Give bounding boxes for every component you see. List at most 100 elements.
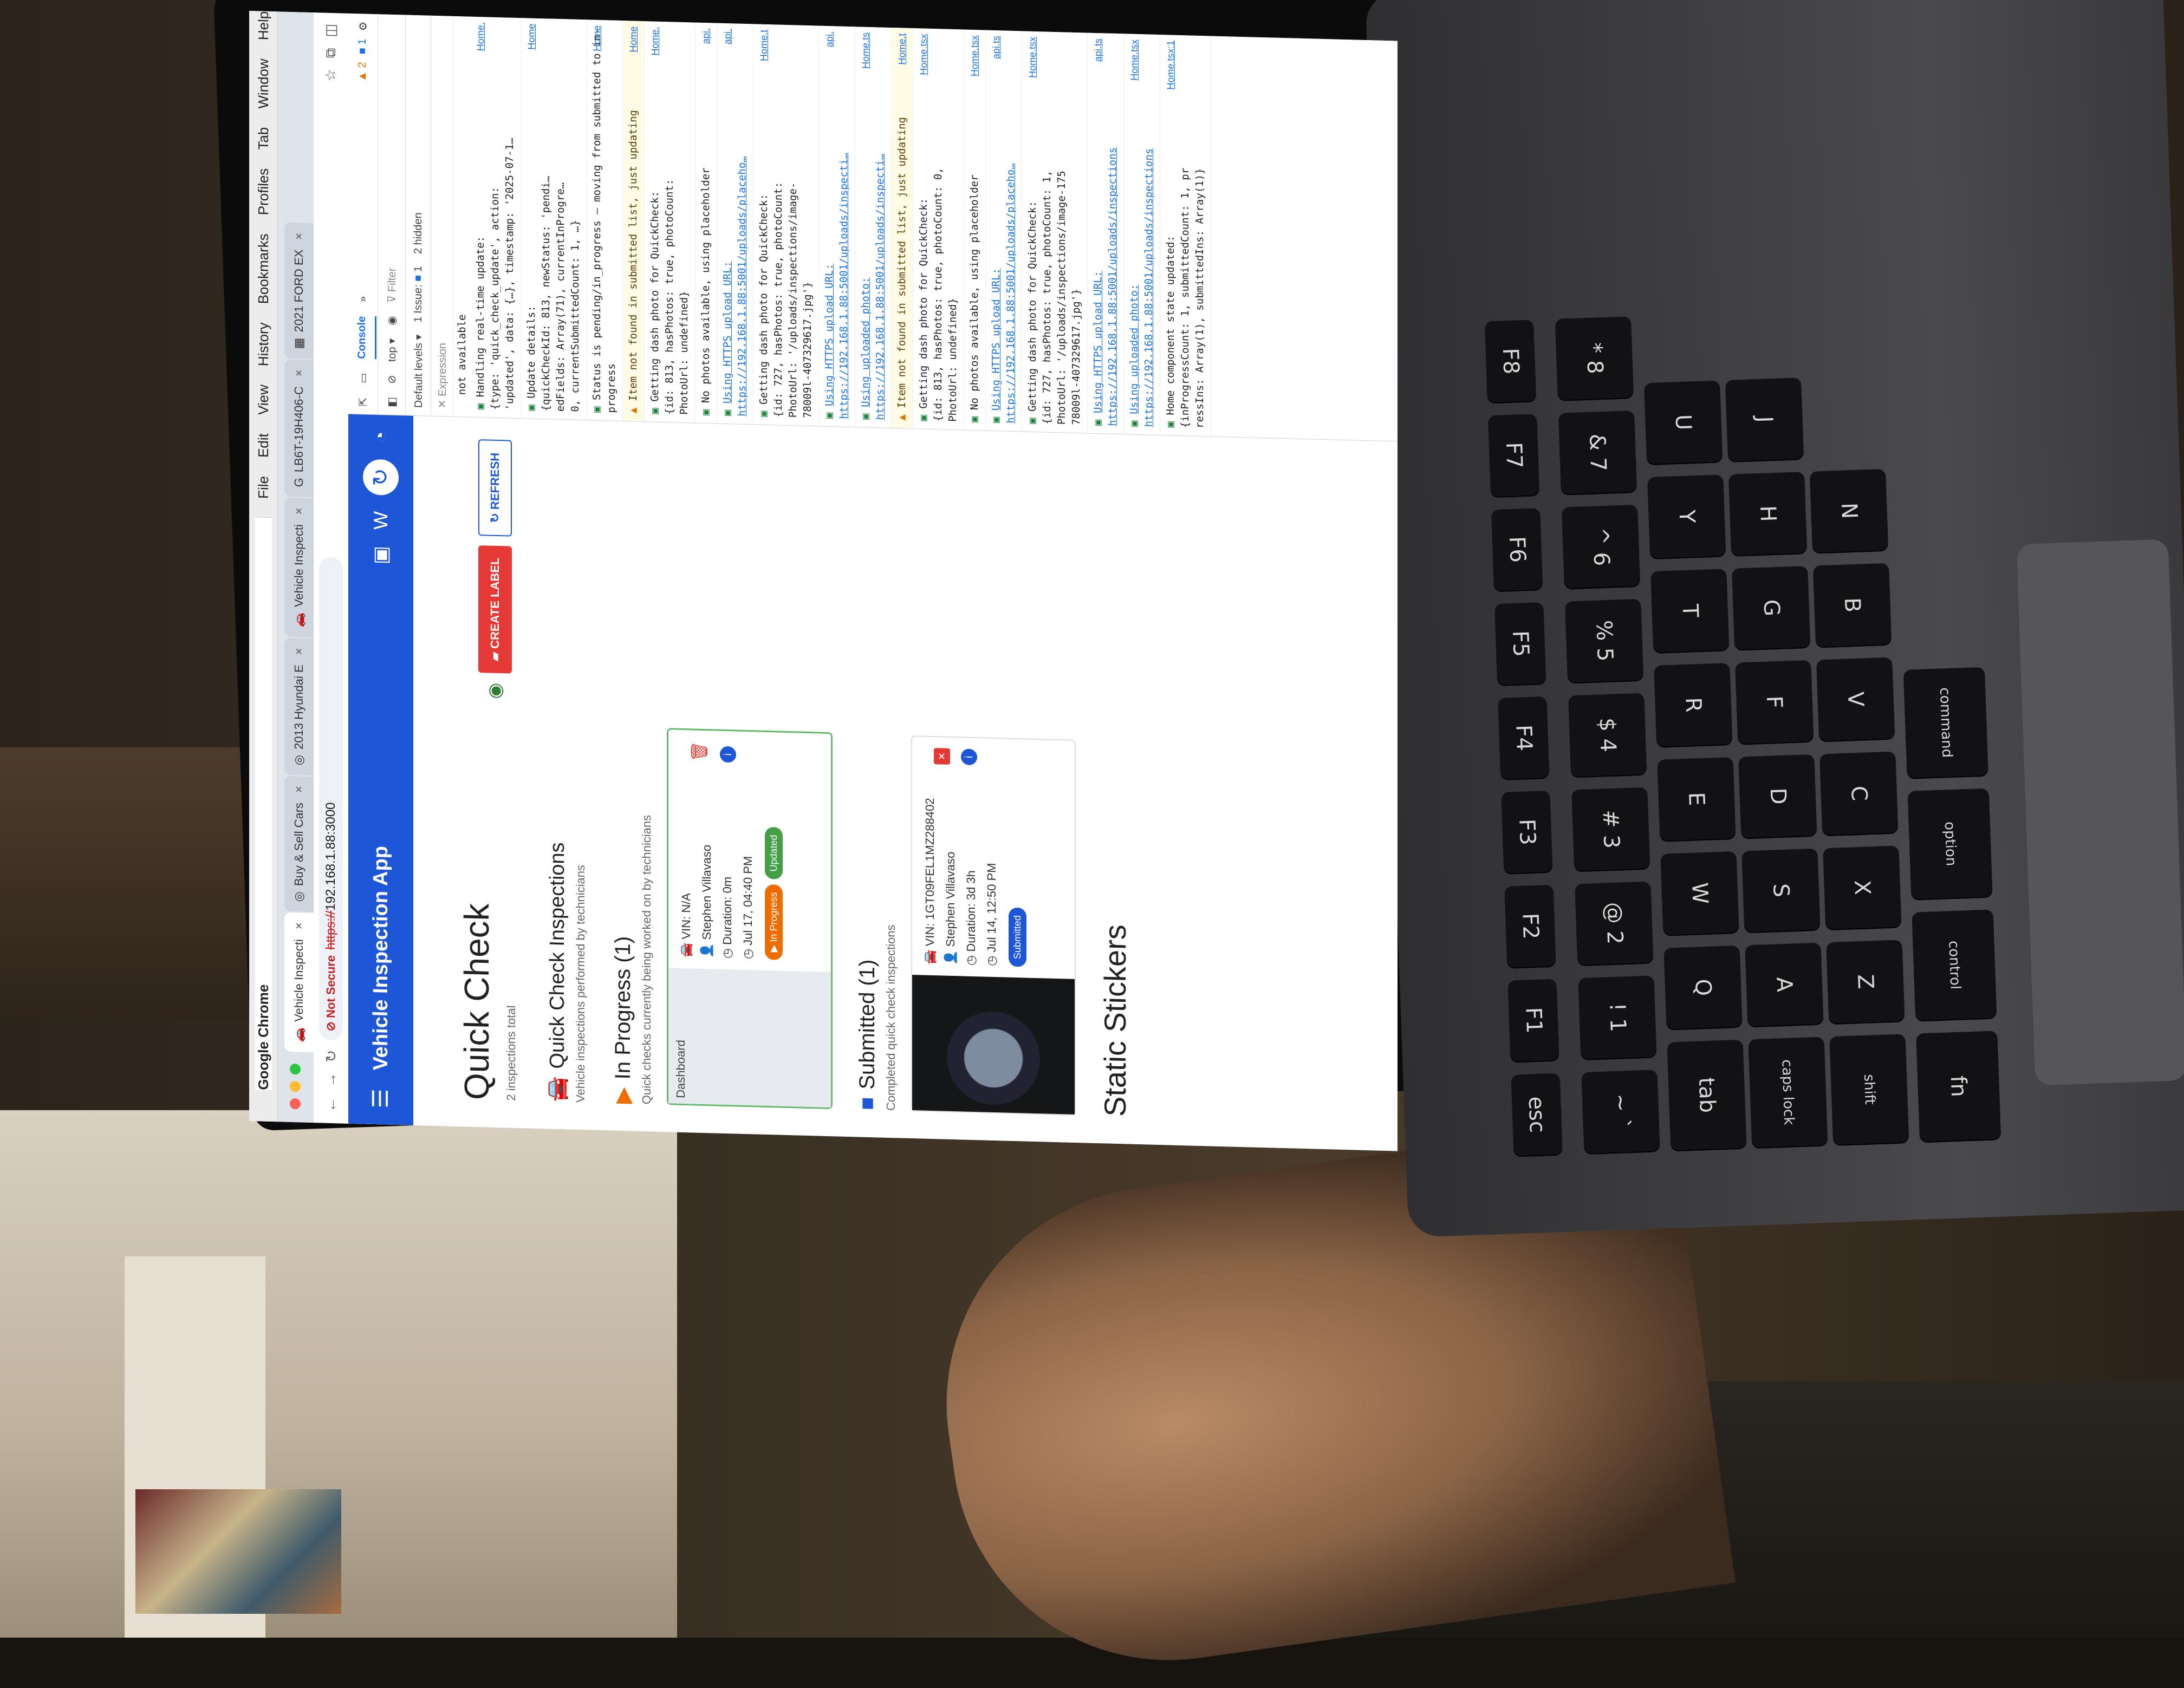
menu-edit[interactable]: Edit [255,433,272,458]
console-log-entry[interactable]: ▣ No photos available, using placeholder… [696,22,717,423]
key-4-0[interactable]: shift [1829,1034,1909,1145]
menu-history[interactable]: History [255,322,272,367]
create-label-button[interactable]: ▰ CREATE LABEL [478,545,512,674]
log-source-link[interactable]: Home.t [757,30,771,62]
console-log-entry[interactable]: ▣ Using HTTPS upload URL: https://192.16… [717,23,753,425]
zoom-window-button[interactable] [290,1063,301,1075]
tab-close-icon[interactable]: × [292,922,306,930]
key-4-1[interactable]: Z [1826,940,1905,1024]
log-source-link[interactable]: Home.tsx [916,34,931,75]
key-3-1[interactable]: A [1745,942,1824,1027]
more-tabs-icon[interactable]: » [357,296,369,302]
console-log-entry[interactable]: ▣ Getting dash photo for QuickCheck: {id… [913,28,964,430]
key-5-1[interactable]: control [1912,909,1997,1021]
sync-icon[interactable]: ↻ [363,459,399,496]
device-toolbar-icon[interactable]: ▭ [356,373,370,383]
extensions-icon[interactable]: ⧉ [322,48,340,58]
log-source-link[interactable]: Home.t [895,33,909,65]
console-log-entry[interactable]: ▣ Using HTTPS upload URL: https://192.16… [1088,32,1124,434]
in-progress-header[interactable]: ▶ In Progress (1) [610,448,635,1104]
key-4-3[interactable]: C [1819,751,1899,836]
key-1-4[interactable]: $ 4 [1568,693,1647,777]
console-log-entry[interactable]: ▣ Getting dash photo for QuickCheck: {id… [645,21,696,423]
key-3-7[interactable]: J [1725,377,1804,462]
log-source-link[interactable]: api.ts [1091,38,1106,62]
browser-tab-6[interactable]: ▦ 2021 FORD EX × [284,223,314,360]
console-log-entry[interactable]: ▣ Using uploaded photo: https://192.168.… [1124,34,1160,435]
inspect-element-icon[interactable]: ⇱ [356,397,370,406]
key-3-5[interactable]: G [1732,566,1811,650]
key-0-6[interactable]: F6 [1491,508,1543,591]
log-source-link[interactable]: api. [699,28,713,44]
log-source-link[interactable]: api.ts [989,36,1004,60]
clear-console-icon[interactable]: ⊘ [385,375,399,384]
key-3-3[interactable]: D [1738,754,1817,838]
menu-app-name[interactable]: Google Chrome [255,517,272,1091]
log-source-link[interactable]: api. [720,29,735,45]
info-icon[interactable]: i [720,746,736,763]
in-progress-card[interactable]: Dashboard 🚘 VIN: N/A 👤 Stephen Villavaso… [667,728,833,1110]
tab-close-icon[interactable]: × [292,648,306,655]
log-source-link[interactable]: Home. [648,27,662,56]
tab-console[interactable]: Console [349,316,376,360]
tab-close-icon[interactable]: × [292,369,306,377]
issues-link[interactable]: 1 Issue: ■ 1 [412,266,425,323]
console-log-entry[interactable]: ▣ Getting dash photo for QuickCheck: {id… [753,24,819,426]
info-icon[interactable]: i [961,748,977,766]
back-arrow-icon[interactable]: ← [322,1097,340,1113]
log-source-link[interactable]: Home [524,23,539,50]
key-1-5[interactable]: % 5 [1565,598,1644,683]
key-1-8[interactable]: * 8 [1555,316,1634,400]
log-source-link[interactable]: Home.tsx:1 [1164,40,1178,90]
delete-icon[interactable]: 🗑 [690,741,709,762]
menu-window[interactable]: Window [255,58,272,109]
key-1-1[interactable]: ! 1 [1578,975,1657,1060]
console-log-entry[interactable]: ▣ Getting dash photo for QuickCheck: {id… [1022,31,1088,433]
console-log-entry[interactable]: ▣ Using HTTPS upload URL: https://192.16… [986,30,1022,432]
refresh-button[interactable]: ↻ REFRESH [478,439,512,537]
key-4-2[interactable]: X [1823,845,1902,930]
key-2-6[interactable]: Y [1647,474,1726,559]
live-expression[interactable]: ✕ Expression [431,15,454,416]
console-log-entry[interactable]: ▣ Using uploaded photo: https://192.168.… [855,27,892,428]
key-1-7[interactable]: & 7 [1558,410,1637,494]
url-text[interactable]: https://192.168.1.88:3000 [323,802,339,950]
key-0-8[interactable]: F8 [1484,320,1537,403]
log-source-link[interactable]: Home.tsx [967,35,982,77]
browser-tab-3[interactable]: ◎ 2013 Hyundai E × [284,637,314,775]
key-0-4[interactable]: F4 [1498,696,1550,780]
workspace-icon[interactable]: W [369,511,392,530]
menu-tab[interactable]: Tab [255,127,272,150]
sidebar-toggle-icon[interactable]: ◧ [385,397,399,408]
key-0-5[interactable]: F5 [1494,602,1546,686]
scan-icon[interactable]: ▣ [369,546,392,565]
warning-count[interactable]: ▲ 2 [356,62,370,82]
log-levels-dropdown[interactable]: Default levels ▾ [412,334,425,408]
log-source-link[interactable]: Home [626,26,641,53]
log-source-link[interactable]: api. [822,31,837,48]
console-log-entry[interactable]: ▣ Update details: {quickCheckId: 813, ne… [521,18,587,420]
key-5-0[interactable]: fn [1916,1031,2001,1142]
filter-input[interactable]: ⊽ Filter [385,268,399,303]
key-3-2[interactable]: S [1741,848,1821,933]
key-2-1[interactable]: Q [1663,945,1743,1029]
key-2-5[interactable]: T [1650,569,1730,653]
menu-help[interactable]: Help [255,11,272,40]
key-5-3[interactable]: command [1903,667,1988,778]
key-4-4[interactable]: V [1816,657,1895,741]
not-secure-badge[interactable]: ⊘ Not Secure [324,955,338,1031]
key-2-0[interactable]: tab [1667,1039,1747,1151]
key-0-0[interactable]: esc [1511,1073,1563,1156]
key-1-2[interactable]: @ 2 [1575,881,1654,966]
key-0-3[interactable]: F3 [1501,790,1553,874]
close-window-button[interactable] [290,1098,301,1110]
key-4-5[interactable]: B [1813,563,1892,647]
key-2-2[interactable]: W [1660,851,1739,935]
key-3-6[interactable]: H [1728,472,1808,556]
key-1-0[interactable]: ~ ` [1581,1070,1660,1154]
key-4-6[interactable]: N [1809,468,1889,553]
key-0-7[interactable]: F7 [1488,414,1540,497]
browser-tab-1[interactable]: 🚗 Vehicle Inspecti × [284,912,314,1053]
console-log-entry[interactable]: ▣ Home component state updated: {inProgr… [1160,35,1211,436]
console-log-entry[interactable]: ▣ Using HTTPS upload URL: https://192.16… [819,25,855,427]
